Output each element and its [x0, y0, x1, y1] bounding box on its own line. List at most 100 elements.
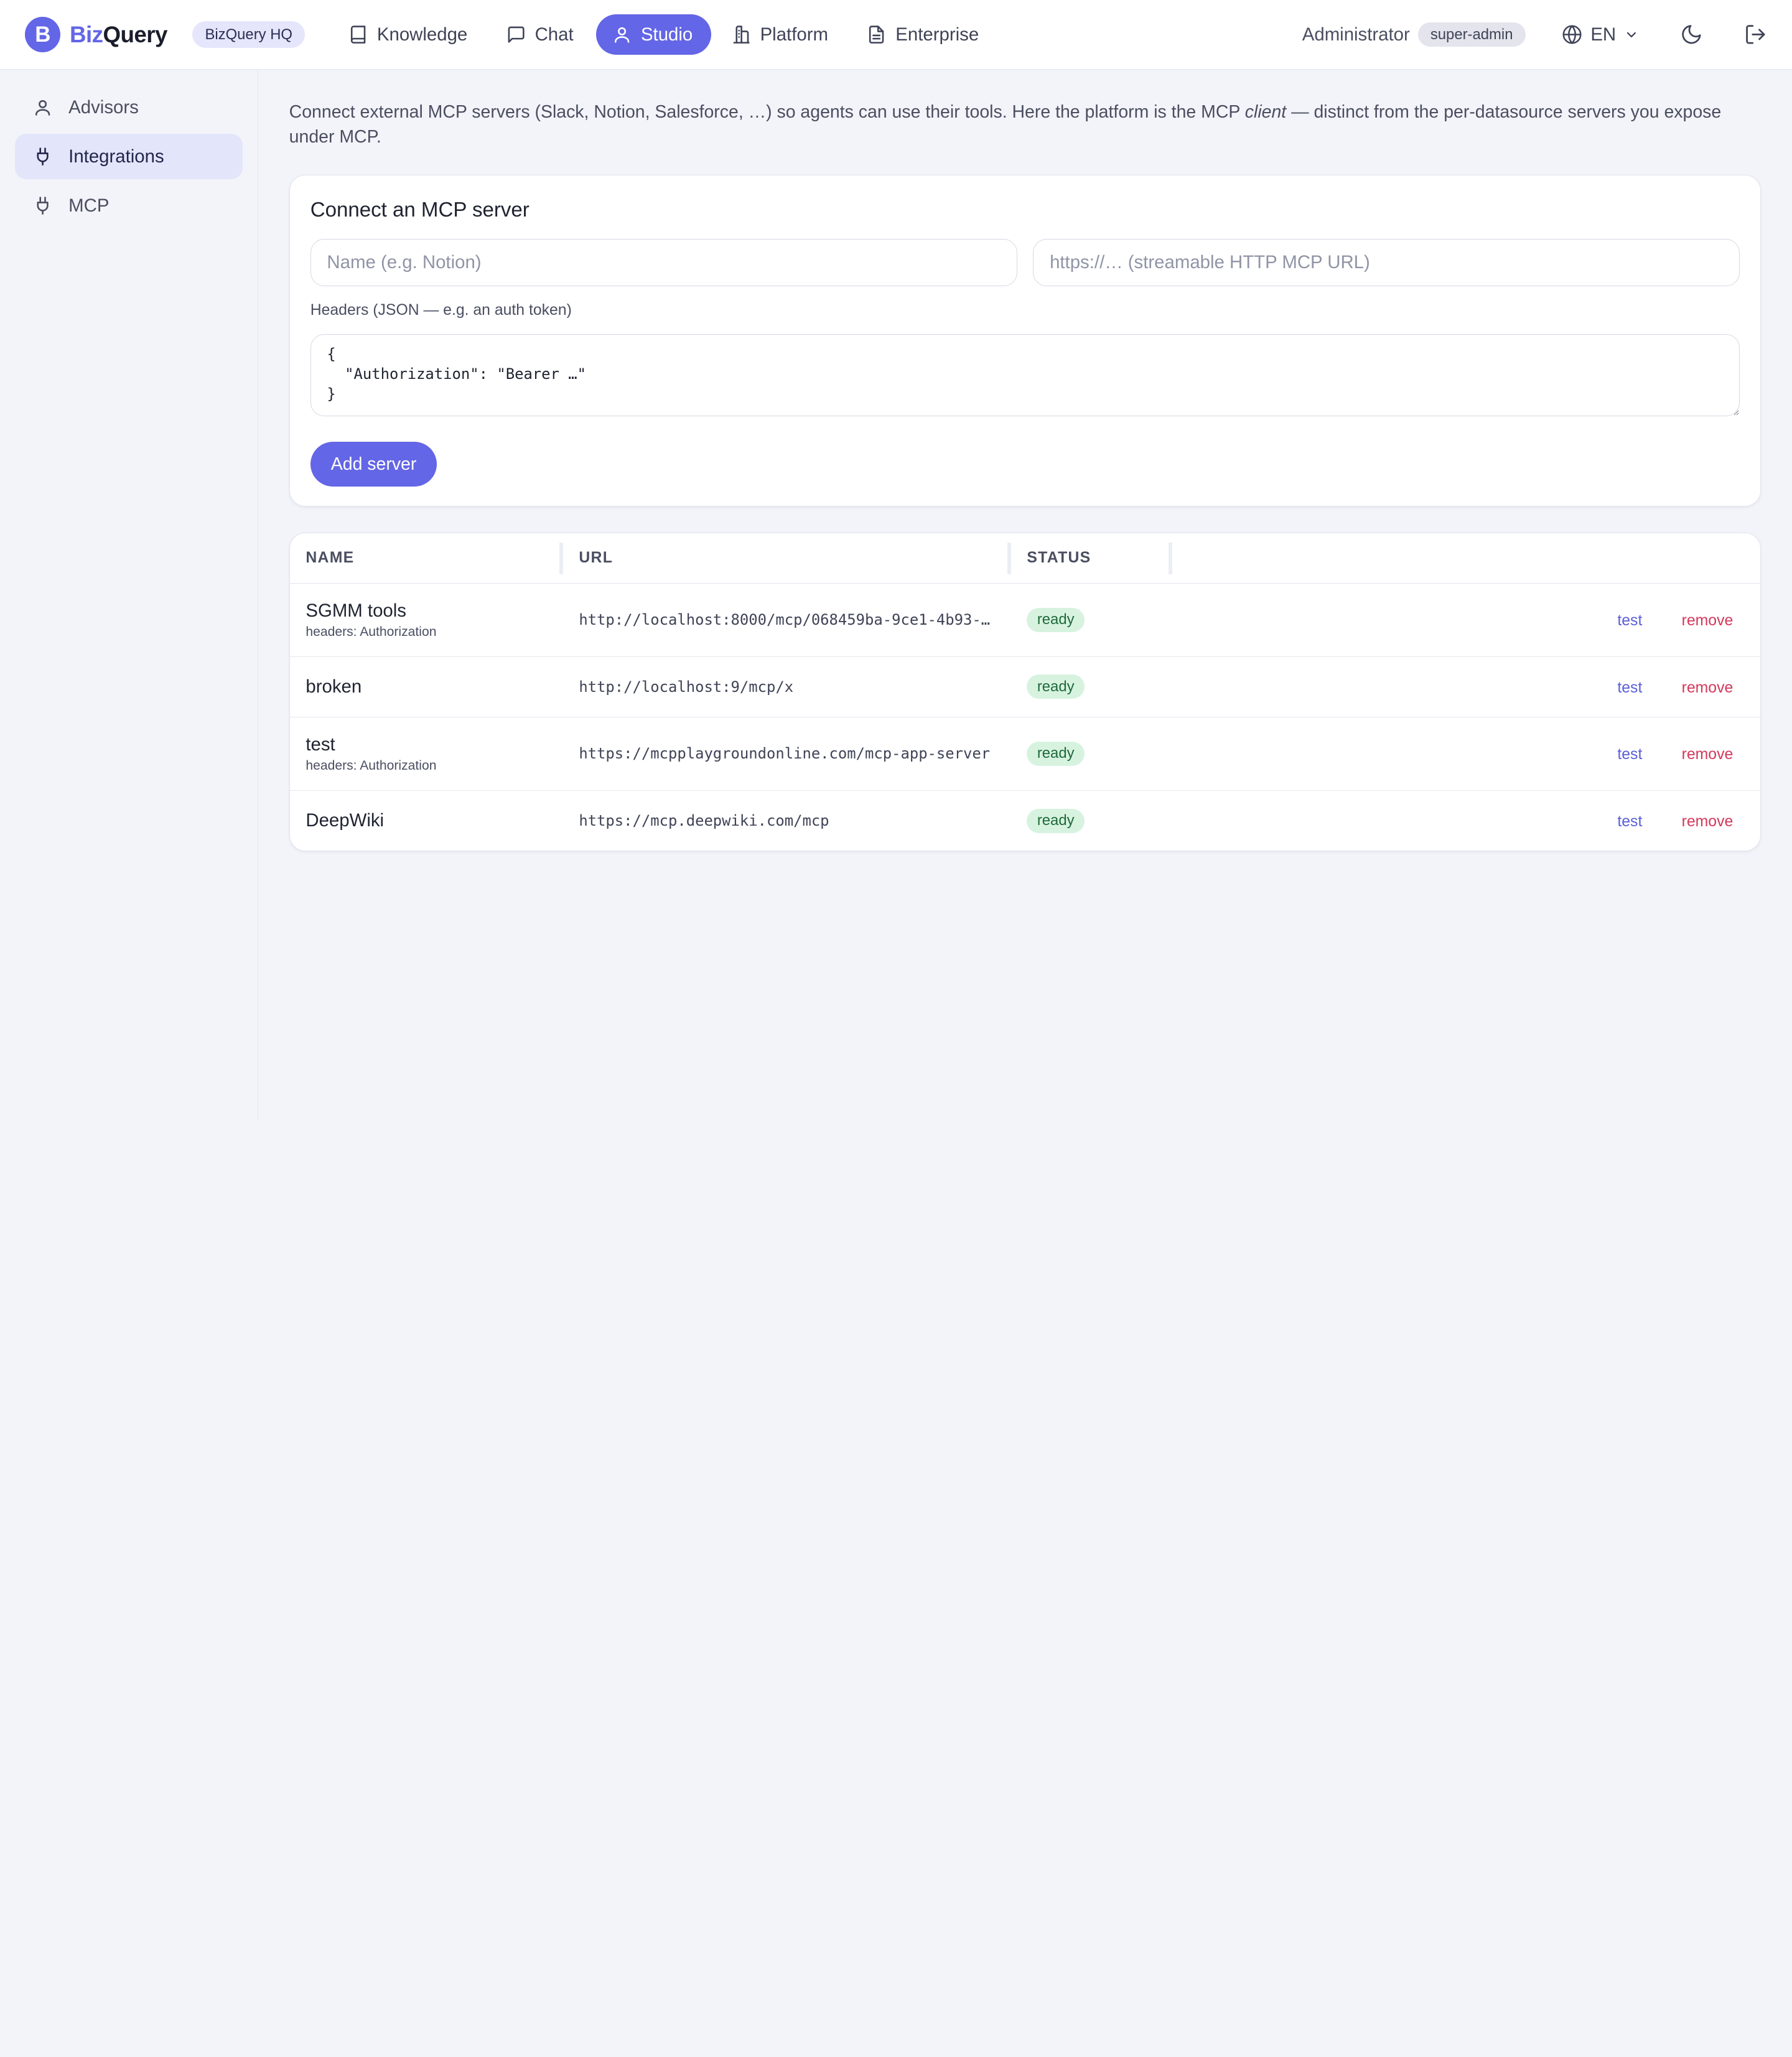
sidebar-item-label: MCP — [68, 195, 110, 216]
table-header-row: NAME URL STATUS — [289, 533, 1761, 584]
servers-table-card: NAME URL STATUS SGMM tools headers: Auth… — [289, 532, 1762, 852]
test-server-button[interactable]: test — [1617, 612, 1642, 629]
intro-text-emphasis: client — [1244, 101, 1287, 122]
cell-name: DeepWiki — [290, 790, 563, 851]
status-badge: ready — [1027, 741, 1085, 766]
theme-toggle-button[interactable] — [1680, 23, 1703, 46]
server-url: http://localhost:9/mcp/x — [579, 678, 794, 696]
cell-status: ready — [1011, 656, 1172, 717]
column-header-url[interactable]: URL — [562, 533, 1011, 584]
server-url: https://mcp.deepwiki.com/mcp — [579, 812, 829, 830]
remove-server-button[interactable]: remove — [1682, 746, 1734, 763]
logo-text-part1: Biz — [70, 21, 103, 47]
nav-chat[interactable]: Chat — [490, 14, 592, 54]
logo[interactable]: B BizQuery — [25, 17, 167, 52]
cell-actions: test remove — [1172, 656, 1761, 717]
user-icon — [612, 25, 632, 44]
cell-status: ready — [1011, 584, 1172, 657]
headers-json-input[interactable]: { "Authorization": "Bearer …" } — [310, 334, 1740, 417]
cell-name: test headers: Authorization — [290, 717, 563, 791]
logo-text: BizQuery — [70, 22, 167, 48]
column-header-label: STATUS — [1027, 549, 1091, 567]
user-icon — [33, 98, 52, 117]
test-server-button[interactable]: test — [1617, 679, 1642, 696]
cell-url: http://localhost:9/mcp/x — [563, 656, 1011, 717]
main-nav: Knowledge Chat Studio Platform Enterpris… — [332, 14, 997, 55]
table-row: SGMM tools headers: Authorization http:/… — [289, 584, 1761, 657]
cell-name: SGMM tools headers: Authorization — [290, 584, 563, 657]
logout-button[interactable] — [1744, 23, 1767, 46]
server-name: SGMM tools — [306, 600, 406, 621]
cell-status: ready — [1011, 717, 1172, 791]
server-name-input[interactable] — [310, 239, 1017, 286]
add-server-button[interactable]: Add server — [310, 442, 437, 487]
cell-url: https://mcp.deepwiki.com/mcp — [563, 790, 1011, 851]
page-description: Connect external MCP servers (Slack, Not… — [289, 100, 1763, 150]
intro-text-before: Connect external MCP servers (Slack, Not… — [289, 101, 1245, 122]
cell-actions: test remove — [1172, 790, 1761, 851]
column-header-status[interactable]: STATUS — [1010, 533, 1172, 584]
server-fields — [310, 239, 1740, 286]
server-name: broken — [306, 676, 362, 697]
column-header-label: NAME — [306, 549, 355, 567]
sidebar-item-mcp[interactable]: MCP — [15, 183, 243, 228]
cell-actions: test remove — [1172, 717, 1761, 791]
document-icon — [867, 25, 886, 44]
server-headers-note: headers: Authorization — [306, 625, 437, 640]
user-area: Administrator super-admin EN — [1302, 22, 1767, 47]
card-title: Connect an MCP server — [310, 198, 530, 222]
nav-label: Chat — [534, 24, 574, 45]
test-server-button[interactable]: test — [1617, 746, 1642, 763]
status-badge: ready — [1027, 607, 1085, 632]
table-row: test headers: Authorization https://mcpp… — [289, 717, 1761, 791]
logout-icon — [1744, 23, 1767, 46]
chat-icon — [506, 25, 526, 44]
sidebar-item-integrations[interactable]: Integrations — [14, 133, 243, 180]
cell-status: ready — [1011, 790, 1172, 851]
headers-label: Headers (JSON — e.g. an auth token) — [310, 302, 572, 319]
nav-label: Enterprise — [895, 24, 979, 45]
cell-url: https://mcpplaygroundonline.com/mcp-app-… — [563, 717, 1011, 791]
status-badge: ready — [1027, 808, 1085, 833]
sidebar-item-label: Integrations — [68, 146, 164, 167]
user-name: Administrator — [1302, 24, 1410, 45]
language-code: EN — [1590, 24, 1617, 45]
server-url-input[interactable] — [1033, 239, 1740, 286]
remove-server-button[interactable]: remove — [1682, 813, 1734, 830]
server-url: https://mcpplaygroundonline.com/mcp-app-… — [579, 745, 991, 763]
nav-knowledge[interactable]: Knowledge — [332, 14, 485, 54]
nav-studio[interactable]: Studio — [596, 14, 711, 55]
connect-server-card: Connect an MCP server Headers (JSON — e.… — [289, 175, 1762, 506]
sidebar-item-advisors[interactable]: Advisors — [15, 85, 243, 130]
building-icon — [732, 25, 751, 44]
globe-icon — [1562, 24, 1582, 45]
logo-text-part2: Query — [103, 21, 167, 47]
column-header-name[interactable]: NAME — [289, 533, 563, 584]
column-header-label: URL — [579, 549, 614, 567]
main-content: Connect external MCP servers (Slack, Not… — [289, 70, 1763, 852]
top-bar: B BizQuery BizQuery HQ Knowledge Chat St… — [0, 0, 1792, 70]
table-row: DeepWiki https://mcp.deepwiki.com/mcp re… — [290, 790, 1761, 851]
plug-icon — [33, 147, 52, 166]
remove-server-button[interactable]: remove — [1682, 612, 1734, 629]
remove-server-button[interactable]: remove — [1682, 679, 1734, 696]
cell-name: broken — [290, 656, 563, 717]
logo-mark: B — [25, 17, 61, 52]
nav-enterprise[interactable]: Enterprise — [851, 14, 997, 54]
moon-icon — [1680, 23, 1703, 46]
org-badge[interactable]: BizQuery HQ — [192, 21, 306, 48]
nav-label: Studio — [640, 24, 693, 45]
server-name: test — [306, 734, 335, 755]
servers-table: NAME URL STATUS SGMM tools headers: Auth… — [289, 533, 1761, 851]
server-headers-note: headers: Authorization — [306, 758, 437, 773]
status-badge: ready — [1027, 674, 1085, 699]
sidebar-item-label: Advisors — [68, 96, 139, 118]
server-url: http://localhost:8000/mcp/068459ba-9ce1-… — [579, 611, 991, 629]
test-server-button[interactable]: test — [1617, 813, 1642, 830]
cell-url: http://localhost:8000/mcp/068459ba-9ce1-… — [563, 584, 1011, 657]
sidebar: Advisors Integrations MCP — [0, 70, 259, 1120]
role-badge: super-admin — [1417, 22, 1526, 47]
nav-platform[interactable]: Platform — [716, 14, 846, 54]
language-select[interactable]: EN — [1562, 24, 1638, 45]
chevron-down-icon — [1624, 27, 1639, 42]
